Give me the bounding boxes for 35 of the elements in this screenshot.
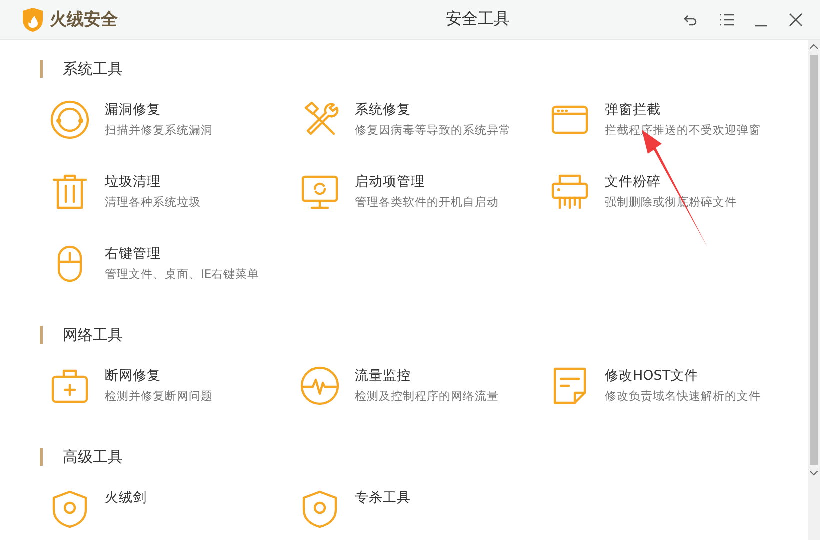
tool-name[interactable]: 启动项管理 [355, 173, 499, 191]
tool-name[interactable]: 漏洞修复 [105, 101, 213, 119]
tool-description: 扫描并修复系统漏洞 [105, 123, 213, 138]
circle-icon[interactable] [50, 100, 90, 140]
flame-shield-icon [22, 8, 44, 32]
scrollbar[interactable] [808, 40, 820, 540]
window-title: 安全工具 [445, 9, 511, 30]
tool-description: 管理文件、桌面、IE右键菜单 [105, 267, 260, 282]
pulse-icon[interactable] [300, 366, 340, 406]
shield-icon[interactable] [50, 488, 90, 528]
app-name: 火绒安全 [50, 9, 118, 31]
scrollbar-thumb[interactable] [810, 55, 818, 465]
tool-description: 修改负责域名快速解析的文件 [605, 389, 761, 404]
tool-name[interactable]: 系统修复 [355, 101, 511, 119]
tool-description: 检测并修复断网问题 [105, 389, 213, 404]
trash-icon[interactable] [50, 172, 90, 212]
tool-name[interactable]: 专杀工具 [355, 489, 411, 507]
shredder-icon[interactable] [550, 172, 590, 212]
shield-icon[interactable] [300, 488, 340, 528]
tool-name[interactable]: 文件粉碎 [605, 173, 737, 191]
tool-name[interactable]: 垃圾清理 [105, 173, 201, 191]
close-icon[interactable] [788, 12, 804, 28]
tool-description: 管理各类软件的开机自启动 [355, 195, 499, 210]
scroll-down-icon[interactable] [810, 471, 818, 476]
tool-name[interactable]: 断网修复 [105, 367, 213, 385]
menu-icon[interactable] [718, 12, 734, 28]
tool-description: 清理各种系统垃圾 [105, 195, 201, 210]
tool-name[interactable]: 修改HOST文件 [605, 367, 761, 385]
tool-name[interactable]: 右键管理 [105, 245, 260, 263]
tool-name[interactable]: 火绒剑 [105, 489, 147, 507]
tool-name[interactable]: 流量监控 [355, 367, 499, 385]
tool-description: 修复因病毒等导致的系统异常 [355, 123, 511, 138]
scroll-up-icon[interactable] [810, 44, 818, 49]
tool-name[interactable]: 弹窗拦截 [605, 101, 761, 119]
tool-description: 检测及控制程序的网络流量 [355, 389, 499, 404]
